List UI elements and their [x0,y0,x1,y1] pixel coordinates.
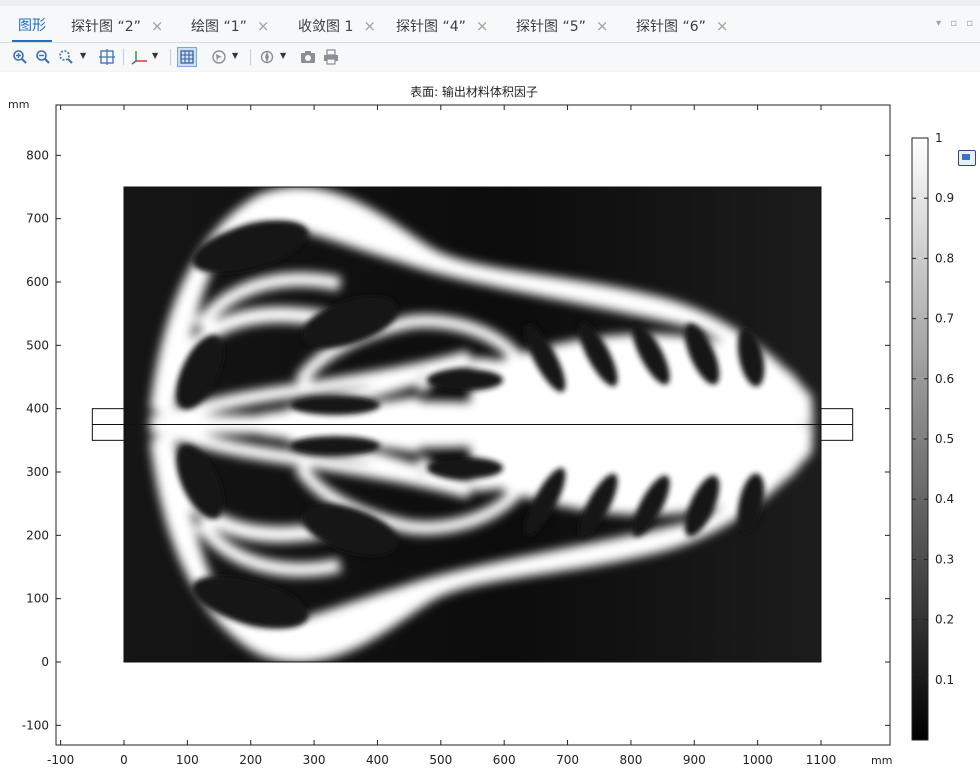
select-icon[interactable] [209,47,229,67]
colorbar-tick-label: 1 [935,131,943,145]
y-tick-label: 700 [26,212,49,226]
x-tick-label: 800 [619,753,642,767]
colorbar-tick-label: 0.5 [935,432,954,446]
tab-probe-plot-4[interactable]: 探针图 “4” × [396,6,488,42]
y-tick-label: 100 [26,592,49,606]
colorbar-tick-label: 0.2 [935,613,954,627]
x-tick-label: 300 [303,753,326,767]
y-tick-label: 300 [26,465,49,479]
tab-bar: 图形 探针图 “2” × 绘图 “1” × 收敛图 1 × 探针图 “4” × 探针图 … [0,6,980,43]
tab-probe-plot-2[interactable]: 探针图 “2” × [71,6,163,42]
surface-plot[interactable]: 表面: 输出材料体积因子 mm mm -100 0 100 200 300 40… [0,72,980,775]
toolbar-separator [250,49,251,65]
tab-label: 探针图 “2” [71,19,141,35]
y-tick-label: 600 [26,275,49,289]
tab-label: 绘图 “1” [191,19,247,35]
x-tick-label: 1000 [742,753,773,767]
x-tick-label: -100 [47,753,74,767]
tab-label: 探针图 “6” [636,19,706,35]
colorbar-tick-label: 0.4 [935,492,954,506]
graphics-mode-icon[interactable] [958,150,976,166]
camera-icon[interactable] [298,47,318,67]
zoom-in-icon[interactable] [10,47,30,67]
tab-plot-1[interactable]: 绘图 “1” × [191,6,269,42]
x-tick-label: 700 [556,753,579,767]
tab-label: 探针图 “4” [396,19,466,35]
x-tick-label: 200 [239,753,262,767]
colorbar-tick-label: 0.3 [935,552,954,566]
tab-probe-plot-5[interactable]: 探针图 “5” × [516,6,608,42]
x-tick-label: 400 [366,753,389,767]
x-tick-label: 900 [683,753,706,767]
toolbar-separator [170,49,171,65]
colorbar-tick-label: 0.1 [935,673,954,687]
graphics-window[interactable]: 表面: 输出材料体积因子 mm mm -100 0 100 200 300 40… [0,72,980,775]
tab-menu-controls[interactable]: ▾ ▫ ▫ [936,18,976,29]
chevron-down-icon[interactable]: ▼ [280,51,286,60]
x-tick-label: 600 [493,753,516,767]
tab-label: 收敛图 1 [298,19,354,35]
close-icon[interactable]: × [596,6,609,46]
colorbar-tick-label: 0.7 [935,312,954,326]
y-tick-label: -100 [22,718,49,732]
tab-convergence-plot-1[interactable]: 收敛图 1 × [298,6,376,42]
y-unit-label: mm [8,98,29,111]
close-icon[interactable]: × [476,6,489,46]
x-tick-label: 500 [429,753,452,767]
colorbar-tick-label: 0.8 [935,251,954,265]
y-tick-label: 800 [26,148,49,162]
chevron-down-icon[interactable]: ▼ [232,51,238,60]
tab-probe-plot-6[interactable]: 探针图 “6” × [636,6,728,42]
x-tick-label: 0 [120,753,128,767]
grid-toggle-icon[interactable] [177,47,197,67]
close-icon[interactable]: × [151,6,164,46]
colorbar-tick-label: 0.9 [935,191,954,205]
tab-graphics[interactable]: 图形 [12,6,52,42]
print-icon[interactable] [321,47,341,67]
zoom-extents-icon[interactable] [97,47,117,67]
chevron-down-icon[interactable]: ▼ [80,51,86,60]
x-tick-label: 1100 [806,753,837,767]
close-icon[interactable]: × [363,6,376,46]
zoom-out-icon[interactable] [33,47,53,67]
toolbar-separator [123,49,124,65]
x-unit-label: mm [871,754,892,767]
x-tick-label: 100 [176,753,199,767]
plot-title: 表面: 输出材料体积因子 [410,84,538,99]
axis-orientation-icon[interactable] [130,47,150,67]
chevron-down-icon[interactable]: ▼ [152,51,158,60]
tab-label: 探针图 “5” [516,19,586,35]
y-tick-label: 400 [26,402,49,416]
y-tick-label: 0 [41,655,49,669]
close-icon[interactable]: × [257,6,270,46]
close-icon[interactable]: × [716,6,729,46]
scene-light-icon[interactable] [257,47,277,67]
y-tick-label: 200 [26,528,49,542]
colorbar-tick-label: 0.6 [935,372,954,386]
zoom-box-icon[interactable] [56,47,76,67]
active-tab-underline [12,40,52,42]
graphics-toolbar: ▼ ▼ ▼ ▼ [0,43,980,71]
y-tick-label: 500 [26,338,49,352]
